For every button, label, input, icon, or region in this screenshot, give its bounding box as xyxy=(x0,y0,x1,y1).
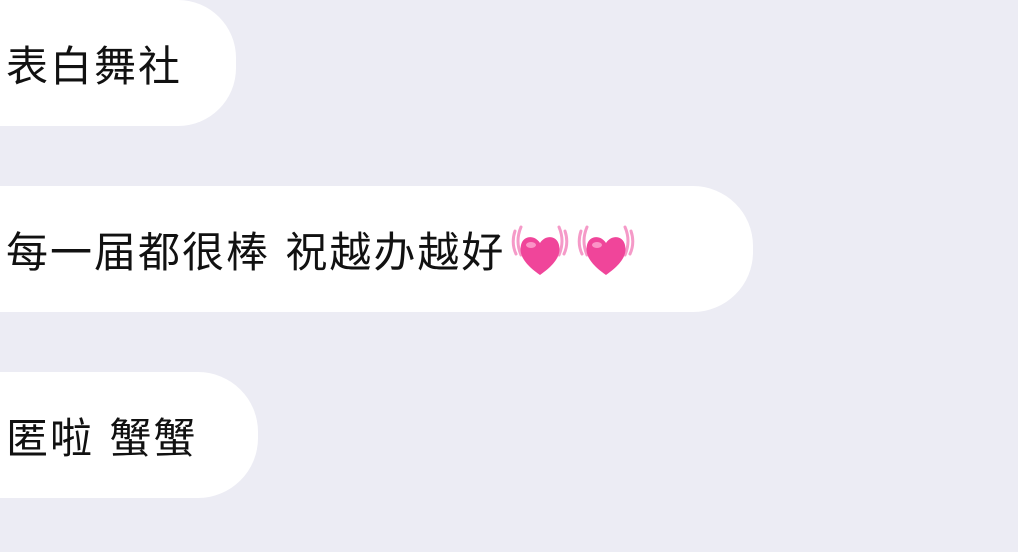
message-bubble-3[interactable]: 匿啦 蟹蟹 xyxy=(0,372,258,498)
message-text: 匿啦 蟹蟹 xyxy=(6,413,198,463)
beating-heart-icon xyxy=(575,221,637,281)
message-text: 表白舞社 xyxy=(6,41,183,91)
beating-heart-icon xyxy=(509,221,571,281)
message-bubble-2[interactable]: 每一届都很棒 祝越办越好 xyxy=(0,186,753,312)
chat-message-list: 表白舞社 每一届都很棒 祝越办越好 匿啦 蟹蟹 xyxy=(0,0,1018,552)
message-text: 每一届都很棒 祝越办越好 xyxy=(6,227,506,277)
message-bubble-1[interactable]: 表白舞社 xyxy=(0,0,236,126)
